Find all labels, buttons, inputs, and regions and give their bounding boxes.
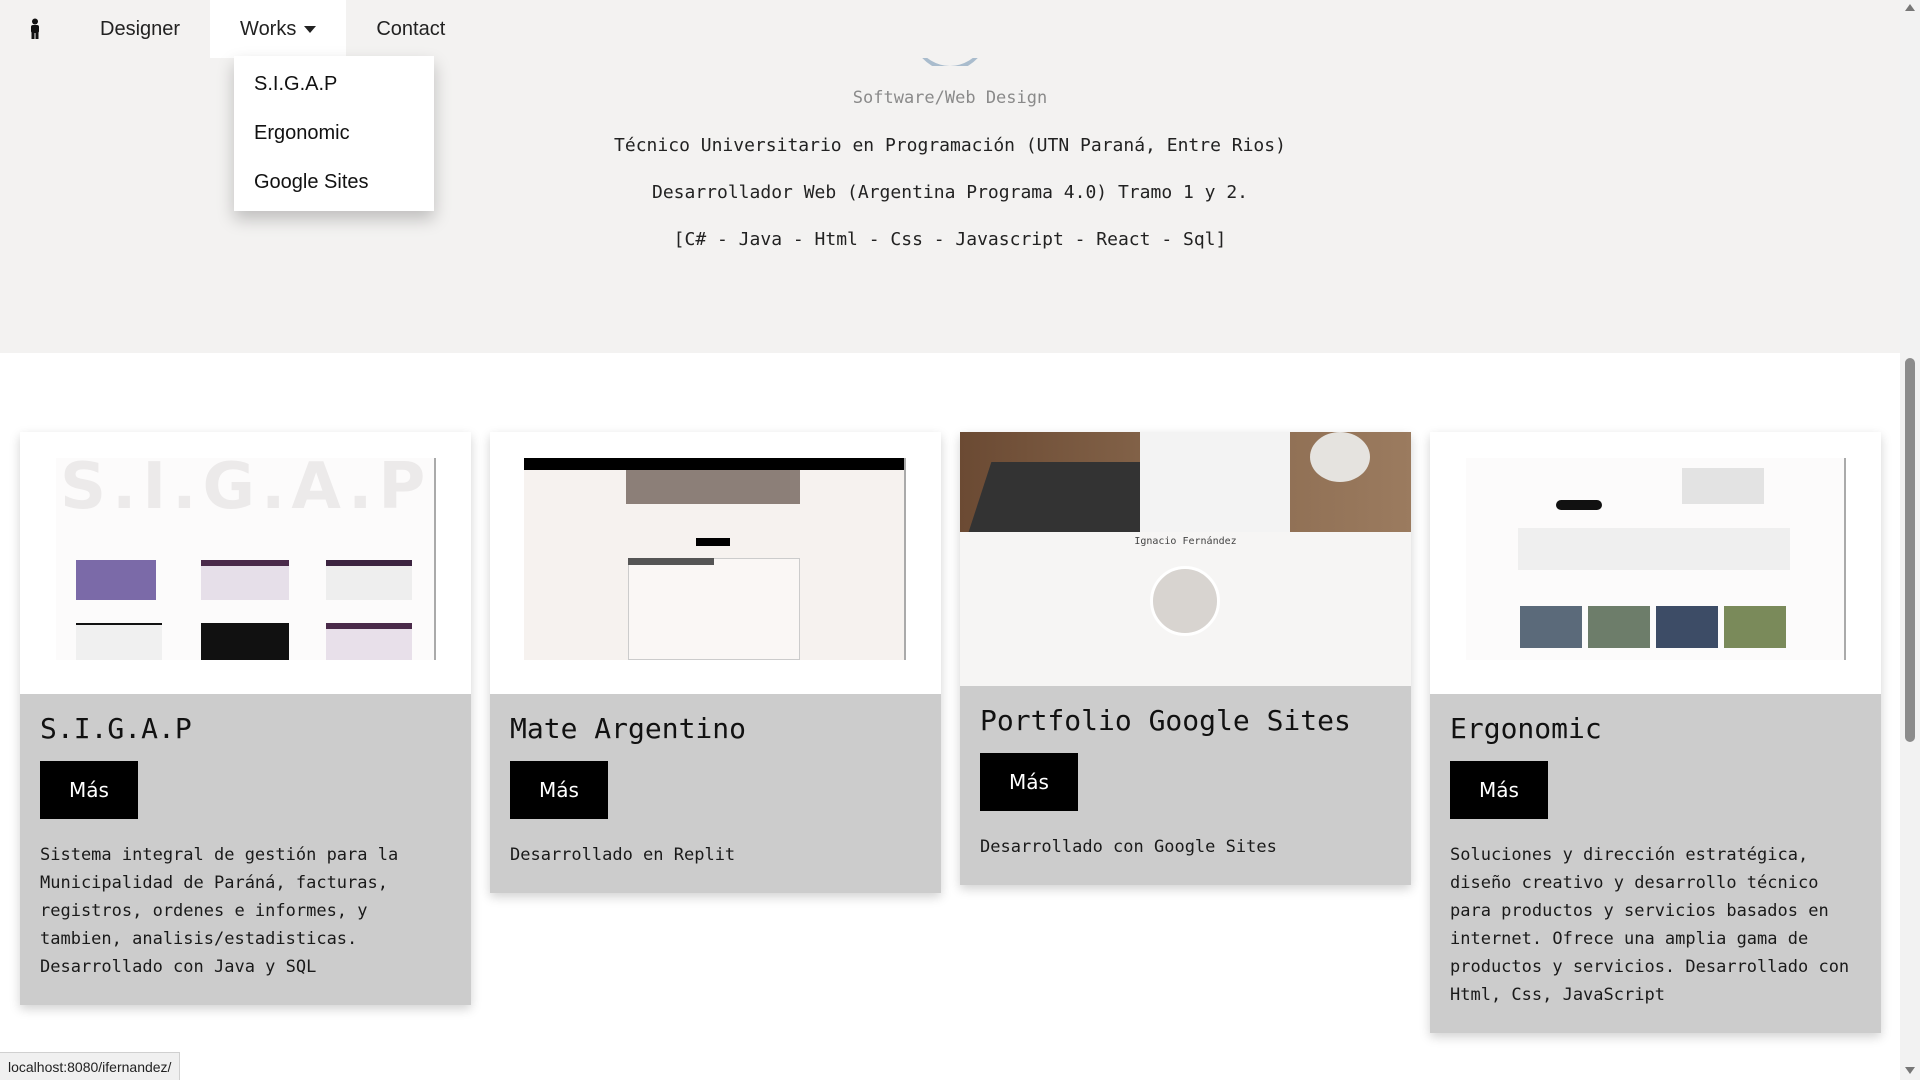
dropdown-item-sigap[interactable]: S.I.G.A.P [234,60,434,109]
preview-block [326,560,412,600]
project-thumbnail[interactable] [1430,432,1881,694]
preview-panel [628,558,800,660]
preview-button [1556,500,1602,510]
notebook-image [1140,432,1290,532]
mate-preview [524,458,906,660]
home-person-icon[interactable] [0,0,70,58]
project-card-google-sites: Ignacio Fernández Portfolio Google Sites… [960,432,1411,885]
scroll-down-icon[interactable] [1905,1067,1915,1074]
mas-button[interactable]: Más [1450,761,1548,819]
scroll-up-icon[interactable] [1905,4,1915,11]
ergonomic-preview [1466,458,1846,660]
project-thumbnail[interactable]: S.I.G.A.P [20,432,471,694]
preview-project-image [1656,606,1718,648]
coffee-cup-image [1310,432,1370,482]
preview-project-image [1588,606,1650,648]
nav-contact[interactable]: Contact [346,0,475,58]
card-title: Portfolio Google Sites [980,704,1351,737]
card-body: Ergonomic Más Soluciones y dirección est… [1430,694,1881,1033]
preview-navbar [524,458,904,470]
scrollbar-thumb[interactable] [1905,358,1915,742]
project-thumbnail[interactable]: Ignacio Fernández [960,432,1411,686]
nav-contact-label: Contact [376,17,446,40]
preview-image [1682,468,1764,504]
card-description: Desarrollado en Replit [510,845,736,865]
page-scrollbar[interactable] [1900,0,1920,1080]
card-description: Soluciones y dirección estratégica, dise… [1450,845,1850,1005]
preview-block [326,623,412,660]
page: Software/Web Design Técnico Universitari… [0,0,1920,1080]
card-title: Ergonomic [1450,712,1602,745]
top-navbar: Designer Works Contact [0,0,1900,58]
nav-designer[interactable]: Designer [70,0,210,58]
card-description: Sistema integral de gestión para la Muni… [40,845,399,977]
mas-button[interactable]: Más [980,753,1078,811]
nav-designer-label: Designer [100,17,181,40]
card-body: Portfolio Google Sites Más Desarrollado … [960,686,1411,885]
mas-button[interactable]: Más [40,761,138,819]
preview-logos-strip [1518,528,1790,570]
status-bar-url: localhost:8080/ifernandez/ [0,1052,181,1080]
dropdown-item-ergonomic[interactable]: Ergonomic [234,109,434,158]
project-card-mate-argentino: Mate Argentino Más Desarrollado en Repli… [490,432,941,893]
card-title: Mate Argentino [510,712,747,745]
dropdown-item-google-sites[interactable]: Google Sites [234,158,434,207]
preview-block [201,560,289,600]
card-body: Mate Argentino Más Desarrollado en Repli… [490,694,941,893]
nav-works-label: Works [240,17,297,40]
card-title: S.I.G.A.P [40,712,192,745]
preview-tab [628,558,714,565]
preview-project-image [1724,606,1786,648]
card-description: Desarrollado con Google Sites [980,837,1277,857]
works-dropdown-menu: S.I.G.A.P Ergonomic Google Sites [234,56,434,211]
project-thumbnail[interactable] [490,432,941,694]
sigap-preview: S.I.G.A.P [56,458,436,660]
preview-map-block [76,560,156,600]
mas-button[interactable]: Más [510,761,608,819]
preview-photo [626,470,800,504]
project-card-ergonomic: Ergonomic Más Soluciones y dirección est… [1430,432,1881,1033]
project-card-sigap: S.I.G.A.P S.I.G.A.P Más Sistema integral… [20,432,471,1005]
caret-down-icon [304,25,317,33]
card-body: S.I.G.A.P Más Sistema integral de gestió… [20,694,471,1005]
sigap-preview-title: S.I.G.A.P [60,458,432,524]
preview-name-text: Ignacio Fernández [1134,536,1237,547]
preview-block [201,623,289,660]
preview-project-image [1520,606,1582,648]
preview-button [696,538,730,546]
avatar [1150,566,1220,636]
hero-skills: [C# - Java - Html - Css - Javascript - R… [673,229,1227,250]
nav-works[interactable]: Works [210,0,347,58]
preview-block [76,623,162,660]
